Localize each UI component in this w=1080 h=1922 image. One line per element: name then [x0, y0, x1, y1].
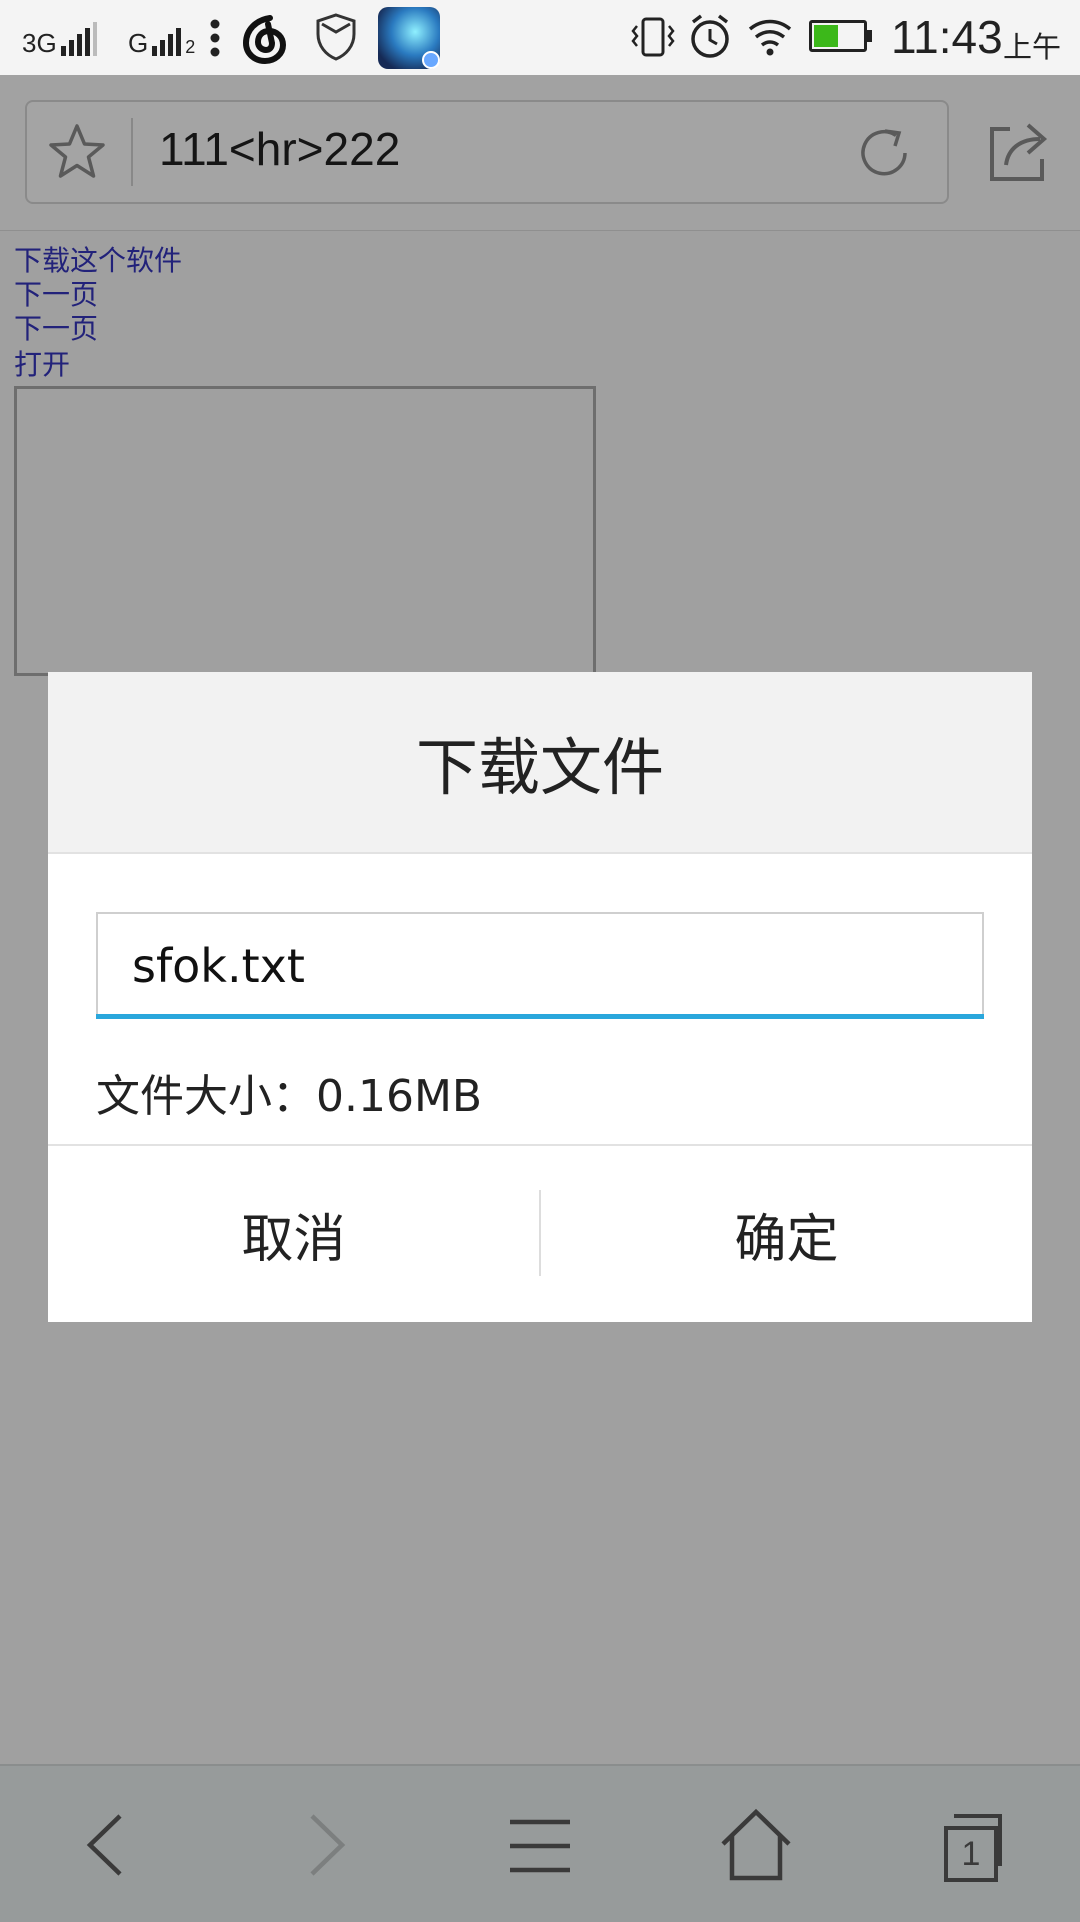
vibrate-icon	[631, 17, 675, 57]
cancel-button[interactable]: 取消	[48, 1146, 539, 1322]
download-software-link[interactable]: 下载这个软件	[14, 244, 182, 278]
url-text[interactable]: 111<hr>222	[159, 122, 400, 176]
confirm-button[interactable]: 确定	[541, 1146, 1032, 1322]
sim1-signal: 3G	[22, 20, 97, 56]
star-icon[interactable]	[45, 122, 109, 182]
download-dialog: 下载文件 文件大小：0.16MB 取消 确定	[48, 672, 1032, 1322]
signal-bars-1-icon	[60, 22, 97, 56]
bottom-nav-bar: 1	[0, 1764, 1080, 1922]
back-icon[interactable]	[80, 1810, 130, 1880]
status-bar: 3G G 2 11:43 上午	[0, 0, 1080, 75]
file-size-label: 文件大小：	[96, 1071, 316, 1122]
next-page-link[interactable]: 下一页	[14, 278, 98, 312]
more-notifications-icon	[210, 19, 220, 57]
netease-music-icon	[242, 15, 287, 65]
forward-icon[interactable]	[302, 1810, 352, 1880]
next-page-link-2[interactable]: 下一页	[14, 312, 98, 346]
wifi-icon	[748, 19, 792, 56]
filename-input[interactable]	[96, 912, 984, 1018]
network-type-2: G	[128, 28, 149, 58]
dialog-header: 下载文件	[48, 672, 1032, 854]
open-link[interactable]: 打开	[14, 348, 70, 382]
browser-toolbar: 111<hr>222	[0, 75, 1080, 231]
filename-input-underline	[96, 1014, 984, 1019]
clock: 11:43	[891, 11, 1003, 63]
signal-bars-2-icon	[152, 28, 182, 56]
address-bar[interactable]: 111<hr>222	[25, 100, 949, 204]
dialog-title: 下载文件	[415, 731, 664, 804]
network-type-1: 3G	[22, 28, 57, 58]
game-app-icon	[378, 7, 440, 69]
share-icon[interactable]	[982, 117, 1052, 187]
file-size: 文件大小：0.16MB	[96, 1060, 482, 1124]
refresh-icon[interactable]	[853, 122, 915, 184]
sim2-signal: G 2	[128, 20, 195, 56]
menu-icon[interactable]	[508, 1816, 572, 1876]
am-pm-label: 上午	[1003, 30, 1062, 64]
battery-icon	[809, 20, 872, 52]
embedded-frame	[14, 386, 596, 676]
address-divider	[131, 118, 133, 186]
tabs-icon[interactable]: 1	[942, 1814, 1002, 1882]
sim2-index: 2	[185, 37, 196, 57]
file-size-value: 0.16MB	[316, 1071, 483, 1122]
alarm-icon	[691, 14, 729, 58]
shield-icon	[316, 13, 356, 61]
tab-count: 1	[944, 1826, 998, 1882]
home-icon[interactable]	[719, 1808, 793, 1882]
